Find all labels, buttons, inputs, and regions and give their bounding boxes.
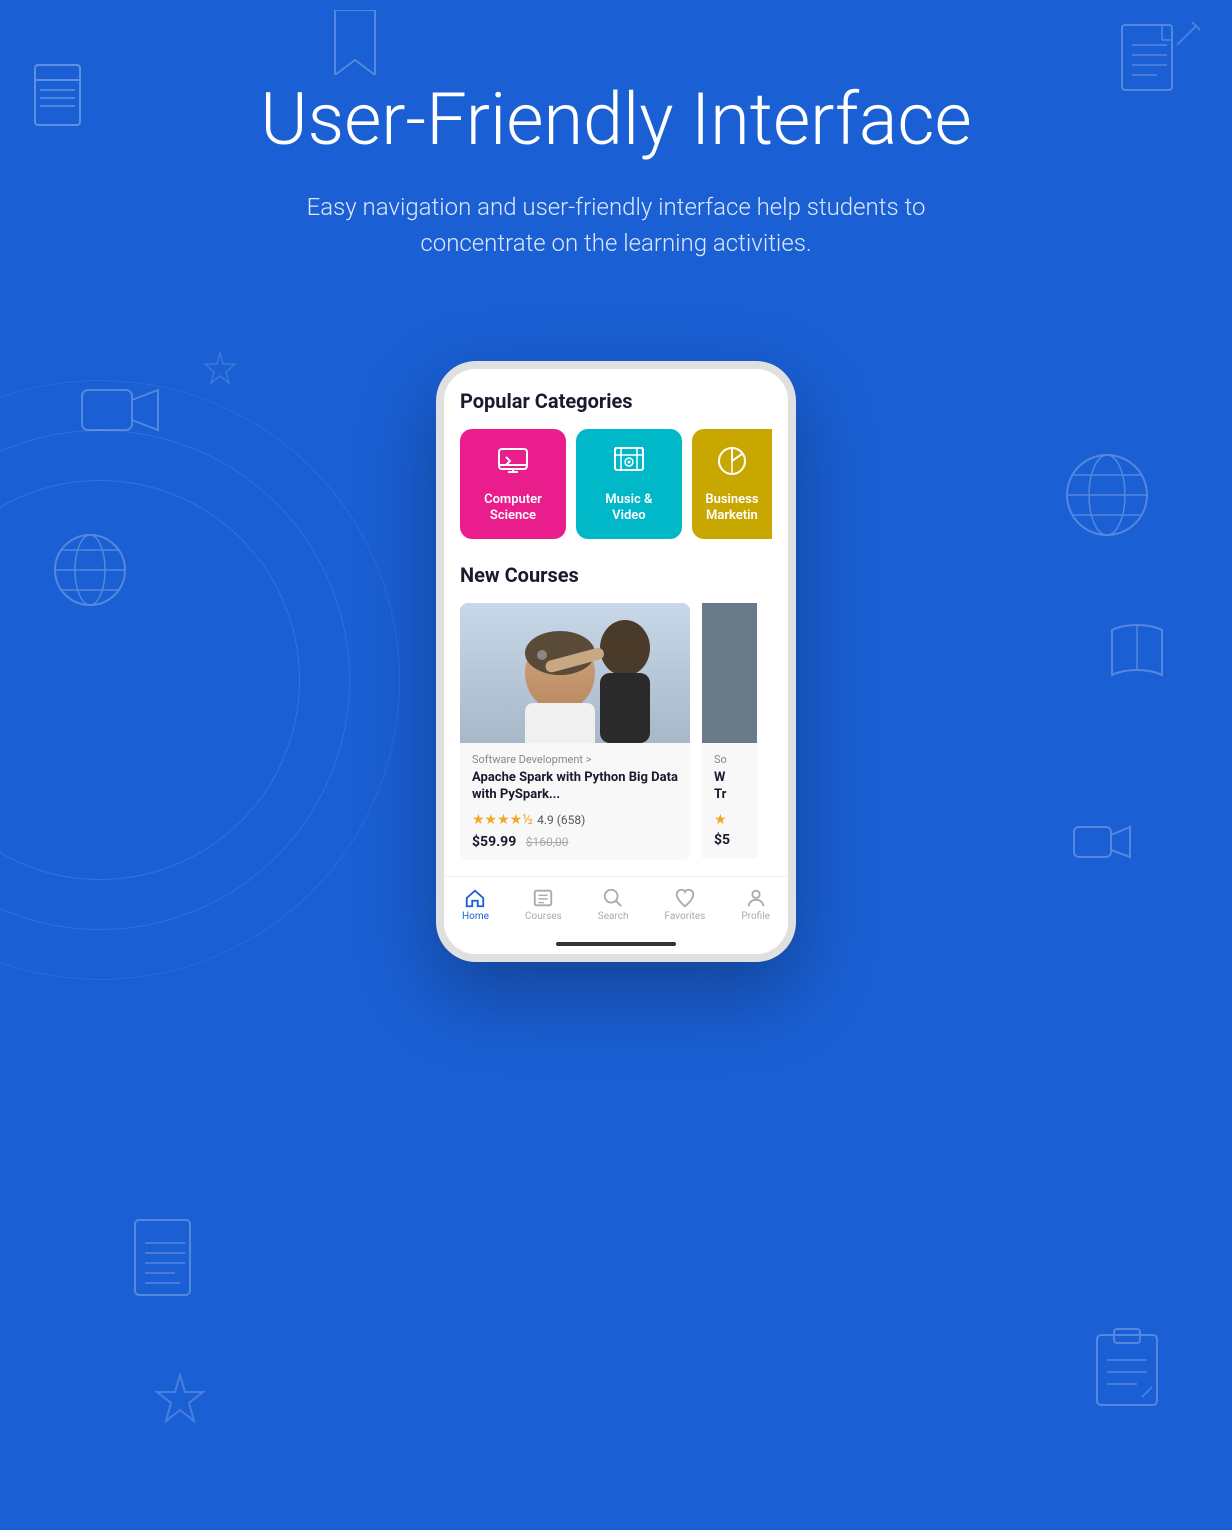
rating-text: 4.9 (658): [537, 813, 585, 827]
course-info-apache-spark: Software Development > Apache Spark with…: [460, 743, 690, 860]
business-marketing-icon: [716, 445, 748, 484]
music-video-icon: [613, 445, 645, 484]
phone-mockup: Popular Categories: [436, 361, 796, 962]
nav-profile-label: Profile: [741, 911, 770, 922]
category-business-marketing[interactable]: BusinessMarketin: [692, 429, 772, 539]
popular-categories-title: Popular Categories: [460, 389, 772, 413]
nav-courses-label: Courses: [525, 911, 562, 922]
new-courses-section: New Courses: [460, 563, 772, 860]
hero-subtitle: Easy navigation and user-friendly interf…: [266, 189, 966, 261]
course-category: Software Development >: [472, 753, 678, 766]
course-rating: ★★★★½ 4.9 (658): [472, 812, 678, 828]
courses-icon: [532, 887, 554, 909]
favorites-icon: [674, 887, 696, 909]
business-marketing-label: BusinessMarketin: [705, 492, 758, 523]
computer-science-icon: [497, 445, 529, 484]
partial-inner: So WTr ★ $5: [702, 603, 757, 858]
new-courses-title: New Courses: [460, 563, 772, 587]
nav-home[interactable]: Home: [462, 887, 489, 922]
course-price: $59.99 $160,00: [472, 834, 678, 850]
nav-favorites-label: Favorites: [665, 911, 706, 922]
nav-search[interactable]: Search: [598, 887, 629, 922]
price-original: $160,00: [526, 835, 569, 849]
category-music-video[interactable]: Music &Video: [576, 429, 682, 539]
course-image-apache-spark: [460, 603, 690, 743]
phone-screen: Popular Categories: [444, 369, 788, 954]
courses-list: Software Development > Apache Spark with…: [460, 603, 772, 860]
stars: ★★★★½: [472, 812, 533, 828]
price-current: $59.99: [472, 834, 516, 850]
nav-favorites[interactable]: Favorites: [665, 887, 706, 922]
phone-bottom-bar: [444, 934, 788, 954]
page-title: User-Friendly Interface: [40, 80, 1192, 159]
nav-search-label: Search: [598, 911, 629, 922]
nav-profile[interactable]: Profile: [741, 887, 770, 922]
category-computer-science[interactable]: ComputerScience: [460, 429, 566, 539]
nav-home-label: Home: [462, 911, 489, 922]
categories-grid: ComputerScience: [460, 429, 772, 539]
hero-section: User-Friendly Interface Easy navigation …: [0, 0, 1232, 301]
course-title: Apache Spark with Python Big Data with P…: [472, 770, 678, 804]
phone-container: Popular Categories: [0, 361, 1232, 962]
search-icon: [602, 887, 624, 909]
nav-courses[interactable]: Courses: [525, 887, 562, 922]
music-video-label: Music &Video: [605, 492, 652, 523]
home-icon: [464, 887, 486, 909]
course-card-apache-spark[interactable]: Software Development > Apache Spark with…: [460, 603, 690, 860]
computer-science-label: ComputerScience: [484, 492, 542, 523]
bottom-nav: Home Courses Search: [444, 876, 788, 934]
home-indicator: [556, 942, 676, 946]
course-card-partial: So WTr ★ $5: [702, 603, 757, 860]
app-content: Popular Categories: [444, 369, 788, 860]
profile-icon: [745, 887, 767, 909]
popular-categories-section: Popular Categories: [460, 389, 772, 539]
